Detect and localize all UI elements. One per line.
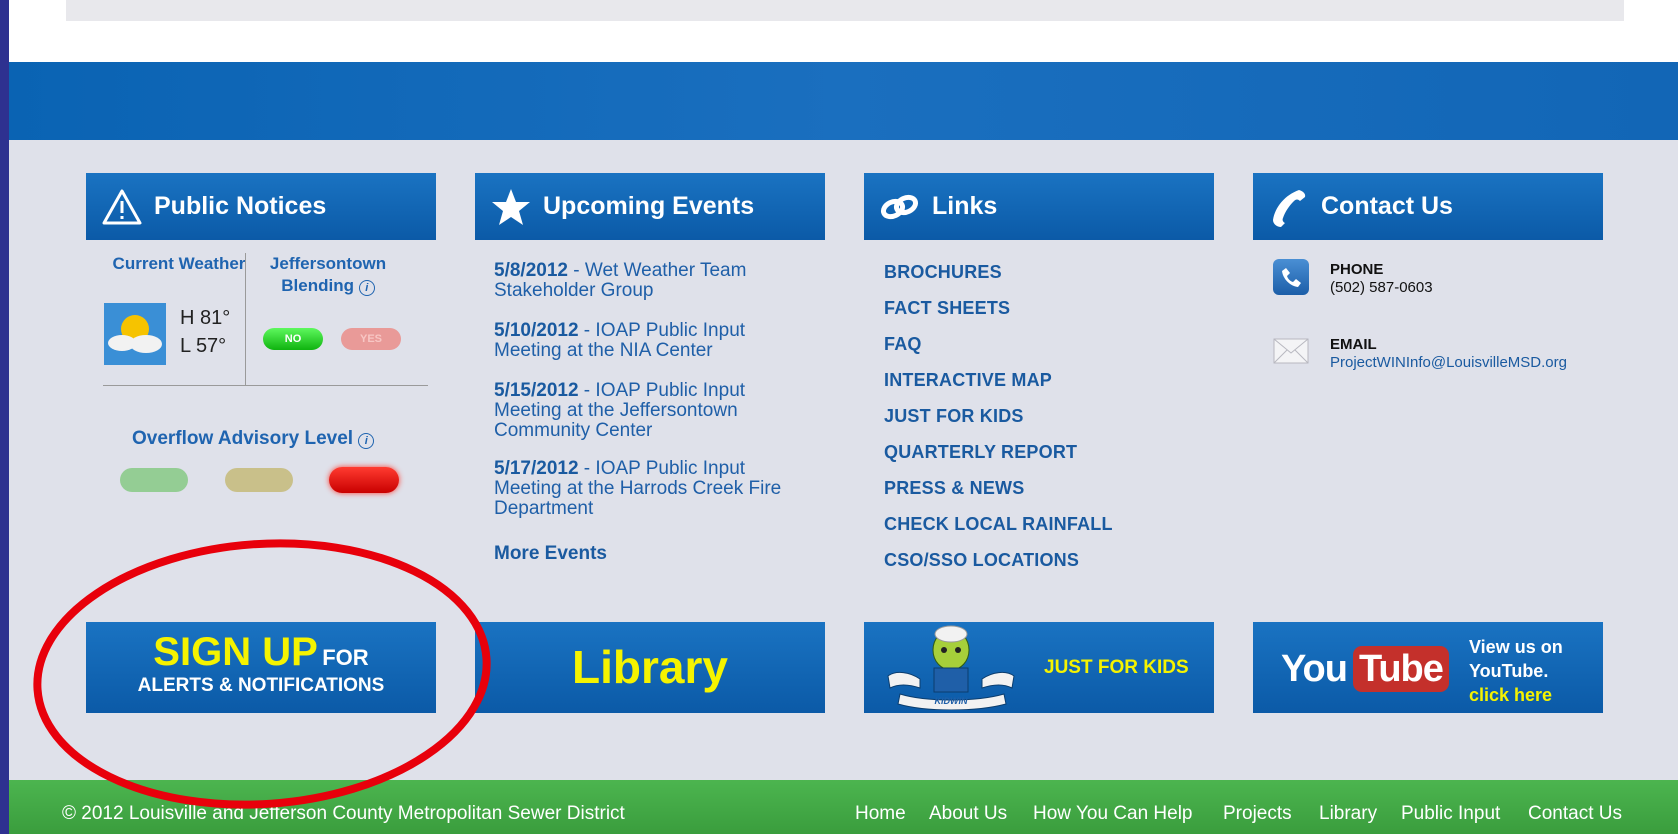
red-circle-annotation	[33, 539, 491, 809]
annotation-overlay	[33, 539, 491, 809]
